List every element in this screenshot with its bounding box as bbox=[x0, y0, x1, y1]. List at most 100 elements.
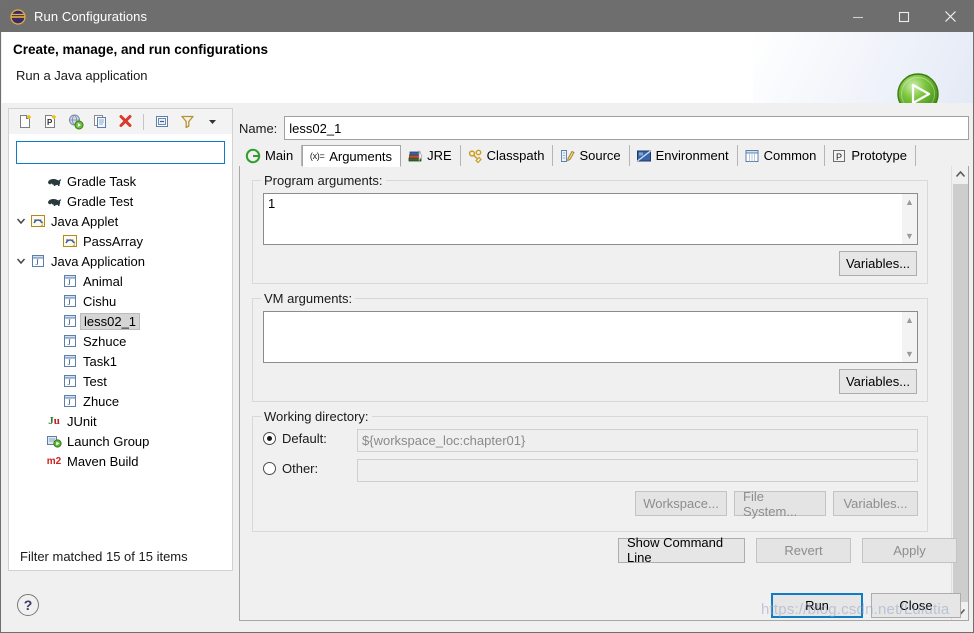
tab-environment[interactable]: Environment bbox=[629, 145, 738, 166]
tree-item-java-application[interactable]: J Java Application bbox=[9, 251, 232, 271]
svg-text:J: J bbox=[36, 258, 39, 267]
other-radio[interactable] bbox=[263, 462, 276, 475]
launch-config-toolbar: P bbox=[8, 108, 233, 134]
tree-item-label: Gradle Test bbox=[67, 193, 134, 209]
vm-arguments-variables-button[interactable]: Variables... bbox=[839, 369, 917, 394]
working-directory-other-radio-row[interactable]: Other: bbox=[263, 461, 318, 476]
run-configurations-dialog: Run Configurations Create, manage, and r… bbox=[0, 0, 974, 633]
chevron-down-icon[interactable] bbox=[13, 211, 29, 231]
scroll-up-icon[interactable] bbox=[952, 166, 969, 183]
duplicate-icon[interactable] bbox=[89, 111, 111, 132]
revert-button[interactable]: Revert bbox=[756, 537, 851, 563]
tree-item-label: Cishu bbox=[83, 293, 117, 309]
working-directory-group: Working directory: Default: ${workspace_… bbox=[252, 409, 928, 532]
chevron-down-icon[interactable] bbox=[13, 251, 29, 271]
tree-item-maven-build[interactable]: m2 Maven Build bbox=[9, 451, 232, 471]
new-prototype-icon[interactable]: P bbox=[39, 111, 61, 132]
tree-item-szhuce[interactable]: J Szhuce bbox=[9, 331, 232, 351]
working-directory-default-radio-row[interactable]: Default: bbox=[263, 431, 327, 446]
tree-item-label: less02_1 bbox=[84, 313, 137, 329]
tree-twisty-spacer bbox=[29, 451, 45, 471]
scroll-up-icon[interactable]: ▲ bbox=[905, 315, 914, 325]
filter-input[interactable] bbox=[16, 141, 225, 164]
name-input[interactable] bbox=[284, 116, 969, 140]
close-button[interactable] bbox=[927, 1, 973, 32]
tab-classpath[interactable]: Classpath bbox=[460, 145, 554, 166]
tab-prototype[interactable]: P Prototype bbox=[825, 145, 917, 166]
tab-arguments[interactable]: (x)= Arguments bbox=[302, 145, 402, 167]
scroll-up-icon[interactable]: ▲ bbox=[905, 197, 914, 207]
tree-twisty-spacer bbox=[45, 311, 61, 331]
tree-item-zhuce[interactable]: J Zhuce bbox=[9, 391, 232, 411]
program-arguments-scrollbar[interactable]: ▲ ▼ bbox=[902, 194, 917, 244]
launch-configurations-tree[interactable]: Gradle Task Gradle Test J Java Applet J Pas… bbox=[8, 171, 233, 543]
working-directory-variables-button[interactable]: Variables... bbox=[833, 491, 918, 516]
tree-item-passarray[interactable]: J PassArray bbox=[9, 231, 232, 251]
maven-m2-icon: m2 bbox=[46, 455, 62, 467]
new-launch-configuration-icon[interactable] bbox=[14, 111, 36, 132]
tree-item-java-applet[interactable]: J Java Applet bbox=[9, 211, 232, 231]
program-arguments-textarea[interactable]: 1 ▲ ▼ bbox=[263, 193, 918, 245]
vm-arguments-scrollbar[interactable]: ▲ ▼ bbox=[902, 312, 917, 362]
file-system-button[interactable]: File System... bbox=[734, 489, 826, 519]
prototype-p-icon: P bbox=[831, 148, 847, 164]
tab-label: Arguments bbox=[329, 148, 393, 164]
svg-text:J: J bbox=[68, 398, 71, 407]
tree-item-label: Launch Group bbox=[67, 433, 150, 449]
run-configurations-icon bbox=[10, 8, 26, 25]
apply-button[interactable]: Apply bbox=[862, 537, 957, 563]
tree-item-label: Test bbox=[83, 373, 107, 389]
svg-text:J: J bbox=[68, 318, 71, 327]
tree-twisty-spacer bbox=[45, 271, 61, 291]
maximize-button[interactable] bbox=[881, 1, 927, 32]
run-button[interactable]: Run bbox=[771, 593, 863, 618]
working-directory-default-value: ${workspace_loc:chapter01} bbox=[357, 429, 918, 452]
tree-item-label: Animal bbox=[83, 273, 123, 289]
question-mark-help-icon[interactable]: ? bbox=[17, 594, 39, 616]
tab-jre[interactable]: JRE bbox=[401, 145, 461, 166]
tree-item-label: Szhuce bbox=[83, 333, 127, 349]
collapse-all-icon[interactable] bbox=[151, 111, 173, 132]
tree-twisty-spacer bbox=[29, 191, 45, 211]
export-launch-configuration-icon[interactable] bbox=[64, 111, 86, 132]
program-arguments-variables-button[interactable]: Variables... bbox=[839, 251, 917, 276]
tree-item-cishu[interactable]: J Cishu bbox=[9, 291, 232, 311]
tab-source[interactable]: Source bbox=[553, 145, 630, 166]
svg-text:J: J bbox=[68, 278, 71, 287]
delete-icon[interactable] bbox=[114, 111, 136, 132]
tree-item-label: Java Applet bbox=[51, 213, 119, 229]
scroll-down-icon[interactable]: ▼ bbox=[905, 231, 914, 241]
tree-item-launch-group[interactable]: Launch Group bbox=[9, 431, 232, 451]
tree-item-test[interactable]: J Test bbox=[9, 371, 232, 391]
svg-text:J: J bbox=[68, 298, 71, 307]
view-menu-chevron-icon[interactable] bbox=[201, 111, 223, 132]
close-dialog-button[interactable]: Close bbox=[871, 593, 961, 618]
tree-item-gradle-task[interactable]: Gradle Task bbox=[9, 171, 232, 191]
svg-text:J: J bbox=[73, 242, 76, 248]
configuration-tabs: Main (x)= Arguments JRE Classpath Source bbox=[239, 145, 969, 167]
workspace-button[interactable]: Workspace... bbox=[635, 491, 727, 516]
junit-icon: Ju bbox=[48, 415, 60, 427]
tree-item-animal[interactable]: J Animal bbox=[9, 271, 232, 291]
green-run-play-icon bbox=[895, 72, 943, 103]
svg-text:J: J bbox=[68, 358, 71, 367]
working-directory-other-input[interactable] bbox=[357, 459, 918, 482]
tree-item-less02-1[interactable]: Jless02_1 bbox=[9, 311, 232, 331]
vm-arguments-textarea[interactable]: ▲ ▼ bbox=[263, 311, 918, 363]
launch-configurations-panel: P Gradle Task Gradle Test J Java Applet … bbox=[8, 108, 233, 571]
default-value-text: ${workspace_loc:chapter01} bbox=[362, 433, 526, 448]
tab-main[interactable]: Main bbox=[239, 145, 303, 166]
java-application-icon: J bbox=[61, 373, 79, 389]
filter-icon[interactable] bbox=[176, 111, 198, 132]
scroll-down-icon[interactable]: ▼ bbox=[905, 349, 914, 359]
tree-item-task1[interactable]: J Task1 bbox=[9, 351, 232, 371]
minimize-button[interactable] bbox=[835, 1, 881, 32]
tree-twisty-spacer bbox=[45, 371, 61, 391]
tab-common[interactable]: Common bbox=[737, 145, 826, 166]
default-radio-label: Default: bbox=[282, 431, 327, 446]
default-radio[interactable] bbox=[263, 432, 276, 445]
tree-item-junit[interactable]: Ju JUnit bbox=[9, 411, 232, 431]
tree-twisty-spacer bbox=[29, 411, 45, 431]
show-command-line-button[interactable]: Show Command Line bbox=[618, 535, 745, 565]
tree-item-gradle-test[interactable]: Gradle Test bbox=[9, 191, 232, 211]
